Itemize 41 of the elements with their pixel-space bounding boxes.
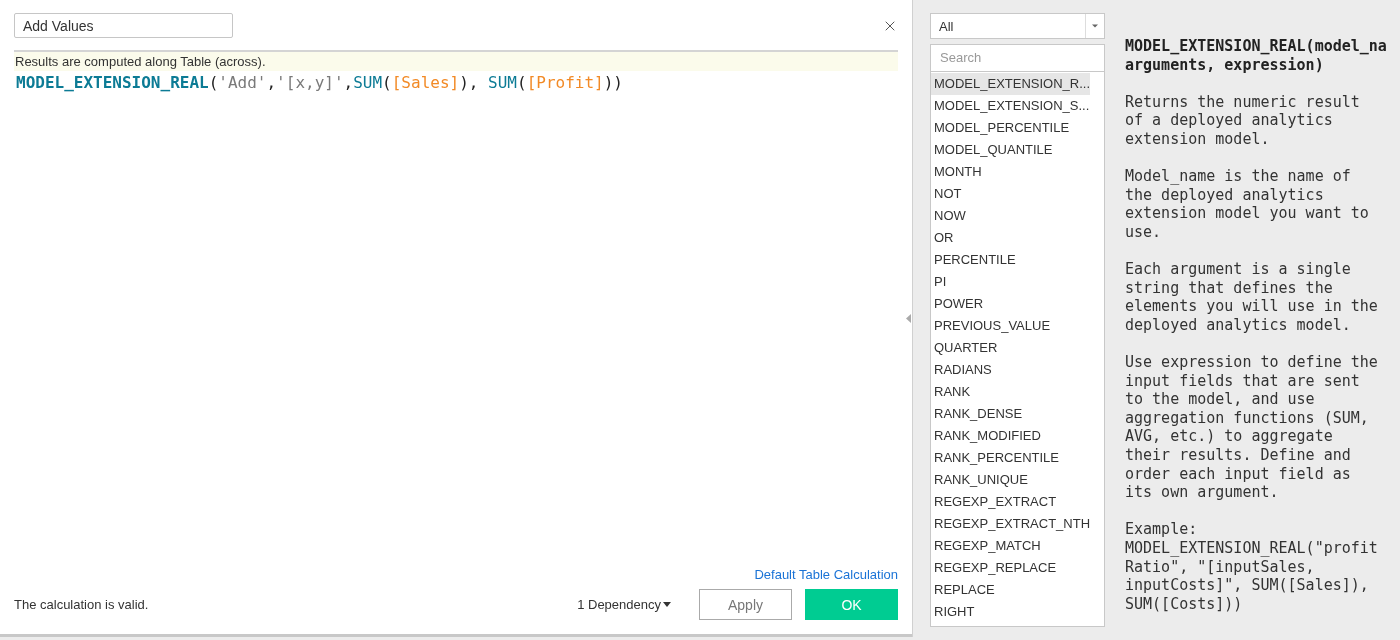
function-list-item[interactable]: REPLACE [931,578,1091,601]
function-list-item[interactable]: MONTH [931,160,1091,183]
function-list-item[interactable]: MODEL_EXTENSION_R... [931,72,1091,95]
caret-icon [663,602,671,607]
function-list-item[interactable]: RANK_PERCENTILE [931,446,1091,469]
function-list-item[interactable]: MODEL_EXTENSION_S... [931,94,1091,117]
description-paragraph: Use expression to define the input fields that are sent to the model, and use aggregation functions (SUM, AVG, etc.) to aggregate their results. Define and order each input field as its own argument. [1125,353,1379,502]
function-list-item[interactable]: MODEL_QUANTILE [931,138,1091,161]
calculation-name-field[interactable]: Add Values [14,13,233,38]
function-list-item[interactable]: REGEXP_MATCH [931,534,1091,557]
formula-text[interactable]: MODEL_EXTENSION_REAL('Add','[x,y]',SUM([Sales]), SUM([Profit])) [14,71,625,94]
dependency-menu[interactable]: 1 Dependency [577,597,671,612]
function-list-item[interactable]: RANK_DENSE [931,402,1091,425]
validation-status: The calculation is valid. [14,597,150,612]
function-list-item[interactable]: POWER [931,292,1091,315]
search-field[interactable]: Search [930,44,1105,71]
function-list-item[interactable]: NOT [931,182,1091,205]
function-list-item[interactable]: QUARTER [931,336,1091,359]
computation-hint: Results are computed along Table (across). [14,52,898,71]
function-list-item[interactable]: REGEXP_EXTRACT_NTH [931,512,1091,535]
function-list-item[interactable]: OR [931,226,1091,249]
function-signature: MODEL_EXTENSION_REAL(model_na arguments, expression) [1125,37,1387,75]
function-list-item[interactable]: REGEXP_EXTRACT [931,490,1091,513]
function-list-item[interactable]: RANK [931,380,1091,403]
apply-button[interactable]: Apply [699,589,792,620]
function-list-item[interactable]: PREVIOUS_VALUE [931,314,1091,337]
default-table-calculation-link[interactable]: Default Table Calculation [754,567,898,582]
function-list-item[interactable]: REGEXP_REPLACE [931,556,1091,579]
description-paragraph: Each argument is a single string that defines the elements you will use in the deployed analytics model. [1125,260,1379,335]
function-list-item[interactable]: PI [931,270,1091,293]
description-paragraph: Model_name is the name of the deployed analytics extension model you want to use. [1125,167,1370,242]
description-paragraph: Returns the numeric result of a deployed analytics extension model. [1125,92,1361,149]
function-list-item[interactable]: RIGHT [931,600,1091,623]
function-list-item[interactable]: RADIANS [931,358,1091,381]
function-list-item[interactable]: NOW [931,204,1091,227]
function-list-item[interactable]: MODEL_PERCENTILE [931,116,1091,139]
function-list-item[interactable]: PERCENTILE [931,248,1091,271]
function-list-item[interactable]: RANK_UNIQUE [931,468,1091,491]
description-paragraph: Example: MODEL_EXTENSION_REAL("profit Ratio", "[inputSales, inputCosts]", SUM([Sales]), SUM([Costs])) [1125,520,1379,614]
category-dropdown[interactable]: All [930,13,1105,39]
function-list-item[interactable]: RANK_MODIFIED [931,424,1091,447]
